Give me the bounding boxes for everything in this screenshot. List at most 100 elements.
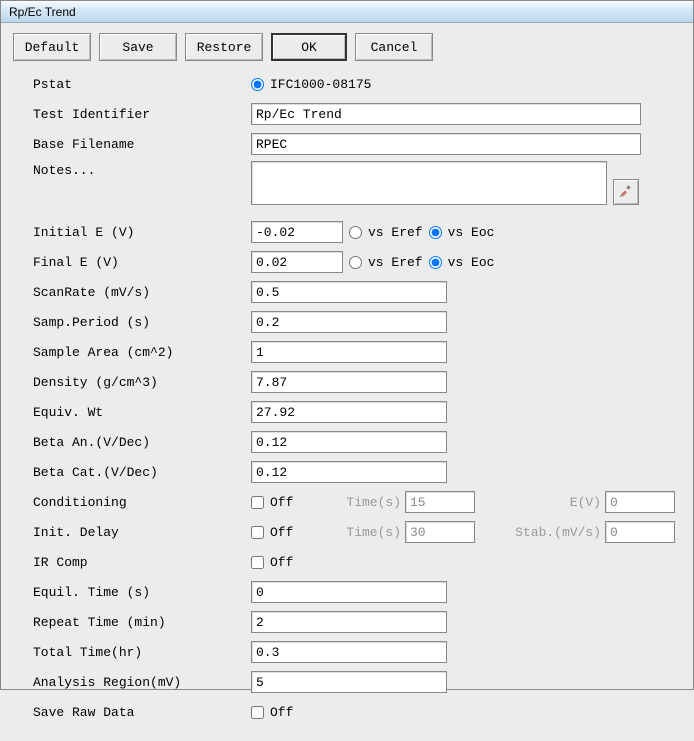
final-e-label: Final E (V) [33, 255, 251, 270]
initial-e-vs-eref[interactable]: vs Eref [349, 225, 423, 240]
sample-area-input[interactable] [251, 341, 447, 363]
init-delay-time-set: Time(s) [341, 521, 475, 543]
beta-an-label: Beta An.(V/Dec) [33, 435, 251, 450]
init-delay-stab-input [605, 521, 675, 543]
scanrate-input[interactable] [251, 281, 447, 303]
row-final-e: Final E (V) vs Eref vs Eoc [33, 249, 681, 275]
samp-period-label: Samp.Period (s) [33, 315, 251, 330]
ir-comp-label: IR Comp [33, 555, 251, 570]
row-conditioning: Conditioning Off Time(s) E(V) [33, 489, 681, 515]
final-e-input[interactable] [251, 251, 343, 273]
initial-e-eref-label: vs Eref [368, 225, 423, 240]
conditioning-e-set: E(V) [561, 491, 675, 513]
conditioning-check-label: Off [270, 495, 293, 510]
row-samp-period: Samp.Period (s) [33, 309, 681, 335]
beta-an-input[interactable] [251, 431, 447, 453]
conditioning-time-label: Time(s) [341, 495, 401, 510]
row-init-delay: Init. Delay Off Time(s) Stab.(mV/s) [33, 519, 681, 545]
initial-e-vs-eoc[interactable]: vs Eoc [429, 225, 495, 240]
row-pstat: Pstat IFC1000-08175 [33, 71, 681, 97]
initial-e-label: Initial E (V) [33, 225, 251, 240]
pstat-option-label: IFC1000-08175 [270, 77, 371, 92]
save-raw-check-label: Off [270, 705, 293, 720]
pstat-radio[interactable] [251, 78, 264, 91]
toolbar: Default Save Restore OK Cancel [13, 33, 681, 61]
row-equil-time: Equil. Time (s) [33, 579, 681, 605]
ir-comp-checkbox[interactable] [251, 556, 264, 569]
ok-button[interactable]: OK [271, 33, 347, 61]
window-title: Rp/Ec Trend [9, 5, 76, 19]
restore-button[interactable]: Restore [185, 33, 263, 61]
sample-area-label: Sample Area (cm^2) [33, 345, 251, 360]
conditioning-time-input [405, 491, 475, 513]
init-delay-checkbox[interactable] [251, 526, 264, 539]
cancel-button[interactable]: Cancel [355, 33, 433, 61]
repeat-time-label: Repeat Time (min) [33, 615, 251, 630]
beta-cat-label: Beta Cat.(V/Dec) [33, 465, 251, 480]
row-repeat-time: Repeat Time (min) [33, 609, 681, 635]
init-delay-time-label: Time(s) [341, 525, 401, 540]
conditioning-check[interactable]: Off [251, 495, 321, 510]
base-filename-label: Base Filename [33, 137, 251, 152]
row-notes: Notes... [33, 161, 681, 209]
form: Pstat IFC1000-08175 Test Identifier Base… [13, 71, 681, 725]
notes-label: Notes... [33, 161, 251, 178]
row-total-time: Total Time(hr) [33, 639, 681, 665]
save-button[interactable]: Save [99, 33, 177, 61]
notes-input[interactable] [251, 161, 607, 205]
row-density: Density (g/cm^3) [33, 369, 681, 395]
repeat-time-input[interactable] [251, 611, 447, 633]
row-ir-comp: IR Comp Off [33, 549, 681, 575]
samp-period-input[interactable] [251, 311, 447, 333]
scanrate-label: ScanRate (mV/s) [33, 285, 251, 300]
test-identifier-label: Test Identifier [33, 107, 251, 122]
base-filename-input[interactable] [251, 133, 641, 155]
ir-comp-check-label: Off [270, 555, 293, 570]
analysis-region-label: Analysis Region(mV) [33, 675, 251, 690]
save-raw-checkbox[interactable] [251, 706, 264, 719]
row-base-filename: Base Filename [33, 131, 681, 157]
init-delay-check[interactable]: Off [251, 525, 321, 540]
edit-icon [619, 184, 633, 201]
final-e-eoc-label: vs Eoc [448, 255, 495, 270]
conditioning-time-set: Time(s) [341, 491, 475, 513]
pstat-label: Pstat [33, 77, 251, 92]
final-e-vs-eoc[interactable]: vs Eoc [429, 255, 495, 270]
final-e-eref-radio[interactable] [349, 256, 362, 269]
final-e-eref-label: vs Eref [368, 255, 423, 270]
equiv-wt-input[interactable] [251, 401, 447, 423]
density-input[interactable] [251, 371, 447, 393]
row-sample-area: Sample Area (cm^2) [33, 339, 681, 365]
default-button[interactable]: Default [13, 33, 91, 61]
init-delay-stab-label: Stab.(mV/s) [509, 525, 601, 540]
init-delay-stab-set: Stab.(mV/s) [509, 521, 675, 543]
initial-e-input[interactable] [251, 221, 343, 243]
titlebar: Rp/Ec Trend [1, 1, 693, 23]
conditioning-checkbox[interactable] [251, 496, 264, 509]
beta-cat-input[interactable] [251, 461, 447, 483]
row-test-identifier: Test Identifier [33, 101, 681, 127]
test-identifier-input[interactable] [251, 103, 641, 125]
save-raw-check[interactable]: Off [251, 705, 293, 720]
content-area: Default Save Restore OK Cancel Pstat IFC… [1, 23, 693, 741]
notes-edit-button[interactable] [613, 179, 639, 205]
conditioning-e-input [605, 491, 675, 513]
init-delay-time-input [405, 521, 475, 543]
row-beta-an: Beta An.(V/Dec) [33, 429, 681, 455]
initial-e-eref-radio[interactable] [349, 226, 362, 239]
row-beta-cat: Beta Cat.(V/Dec) [33, 459, 681, 485]
row-initial-e: Initial E (V) vs Eref vs Eoc [33, 219, 681, 245]
total-time-label: Total Time(hr) [33, 645, 251, 660]
initial-e-eoc-radio[interactable] [429, 226, 442, 239]
equil-time-input[interactable] [251, 581, 447, 603]
equiv-wt-label: Equiv. Wt [33, 405, 251, 420]
final-e-eoc-radio[interactable] [429, 256, 442, 269]
dialog-window: Rp/Ec Trend Default Save Restore OK Canc… [0, 0, 694, 690]
row-equiv-wt: Equiv. Wt [33, 399, 681, 425]
final-e-vs-eref[interactable]: vs Eref [349, 255, 423, 270]
total-time-input[interactable] [251, 641, 447, 663]
row-save-raw: Save Raw Data Off [33, 699, 681, 725]
pstat-radio-option[interactable]: IFC1000-08175 [251, 77, 371, 92]
conditioning-label: Conditioning [33, 495, 251, 510]
ir-comp-check[interactable]: Off [251, 555, 293, 570]
